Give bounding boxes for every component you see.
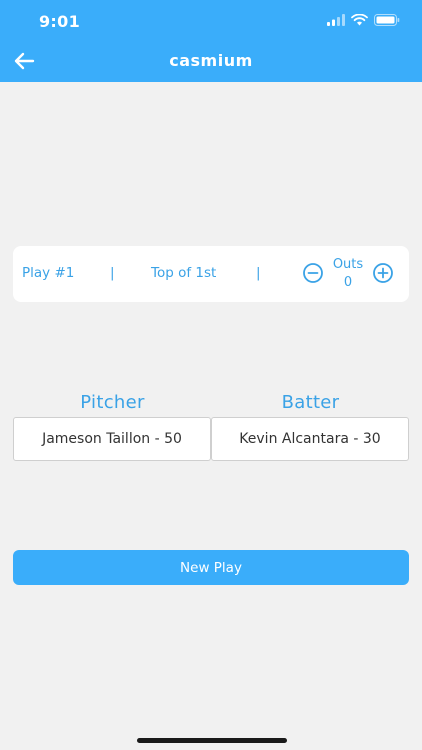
wifi-icon: [351, 14, 368, 26]
outs-decrement-button[interactable]: [302, 262, 324, 284]
inning-label: Top of 1st: [151, 265, 217, 281]
pitcher-label: Pitcher: [80, 392, 145, 413]
outs-label: Outs: [332, 257, 364, 272]
status-icons: [327, 14, 400, 26]
app-header: 9:01 casmium: [0, 0, 422, 82]
batter-label: Batter: [281, 392, 340, 413]
minus-circle-icon: [303, 263, 323, 283]
page-title: casmium: [169, 51, 253, 70]
status-time: 9:01: [39, 12, 80, 31]
home-indicator: [137, 738, 287, 743]
new-play-button[interactable]: New Play: [13, 550, 409, 585]
battery-icon: [374, 14, 400, 26]
plus-circle-icon: [373, 263, 393, 283]
pitcher-selector[interactable]: Jameson Taillon - 50: [13, 417, 211, 461]
outs-count: 0: [343, 275, 353, 290]
batter-selector[interactable]: Kevin Alcantara - 30: [211, 417, 409, 461]
outs-increment-button[interactable]: [372, 262, 394, 284]
cellular-signal-icon: [327, 14, 345, 26]
separator: |: [110, 265, 115, 281]
play-number: Play #1: [22, 265, 75, 281]
separator: |: [256, 265, 261, 281]
play-info-card: Play #1 | Top of 1st | Outs 0: [13, 246, 409, 302]
